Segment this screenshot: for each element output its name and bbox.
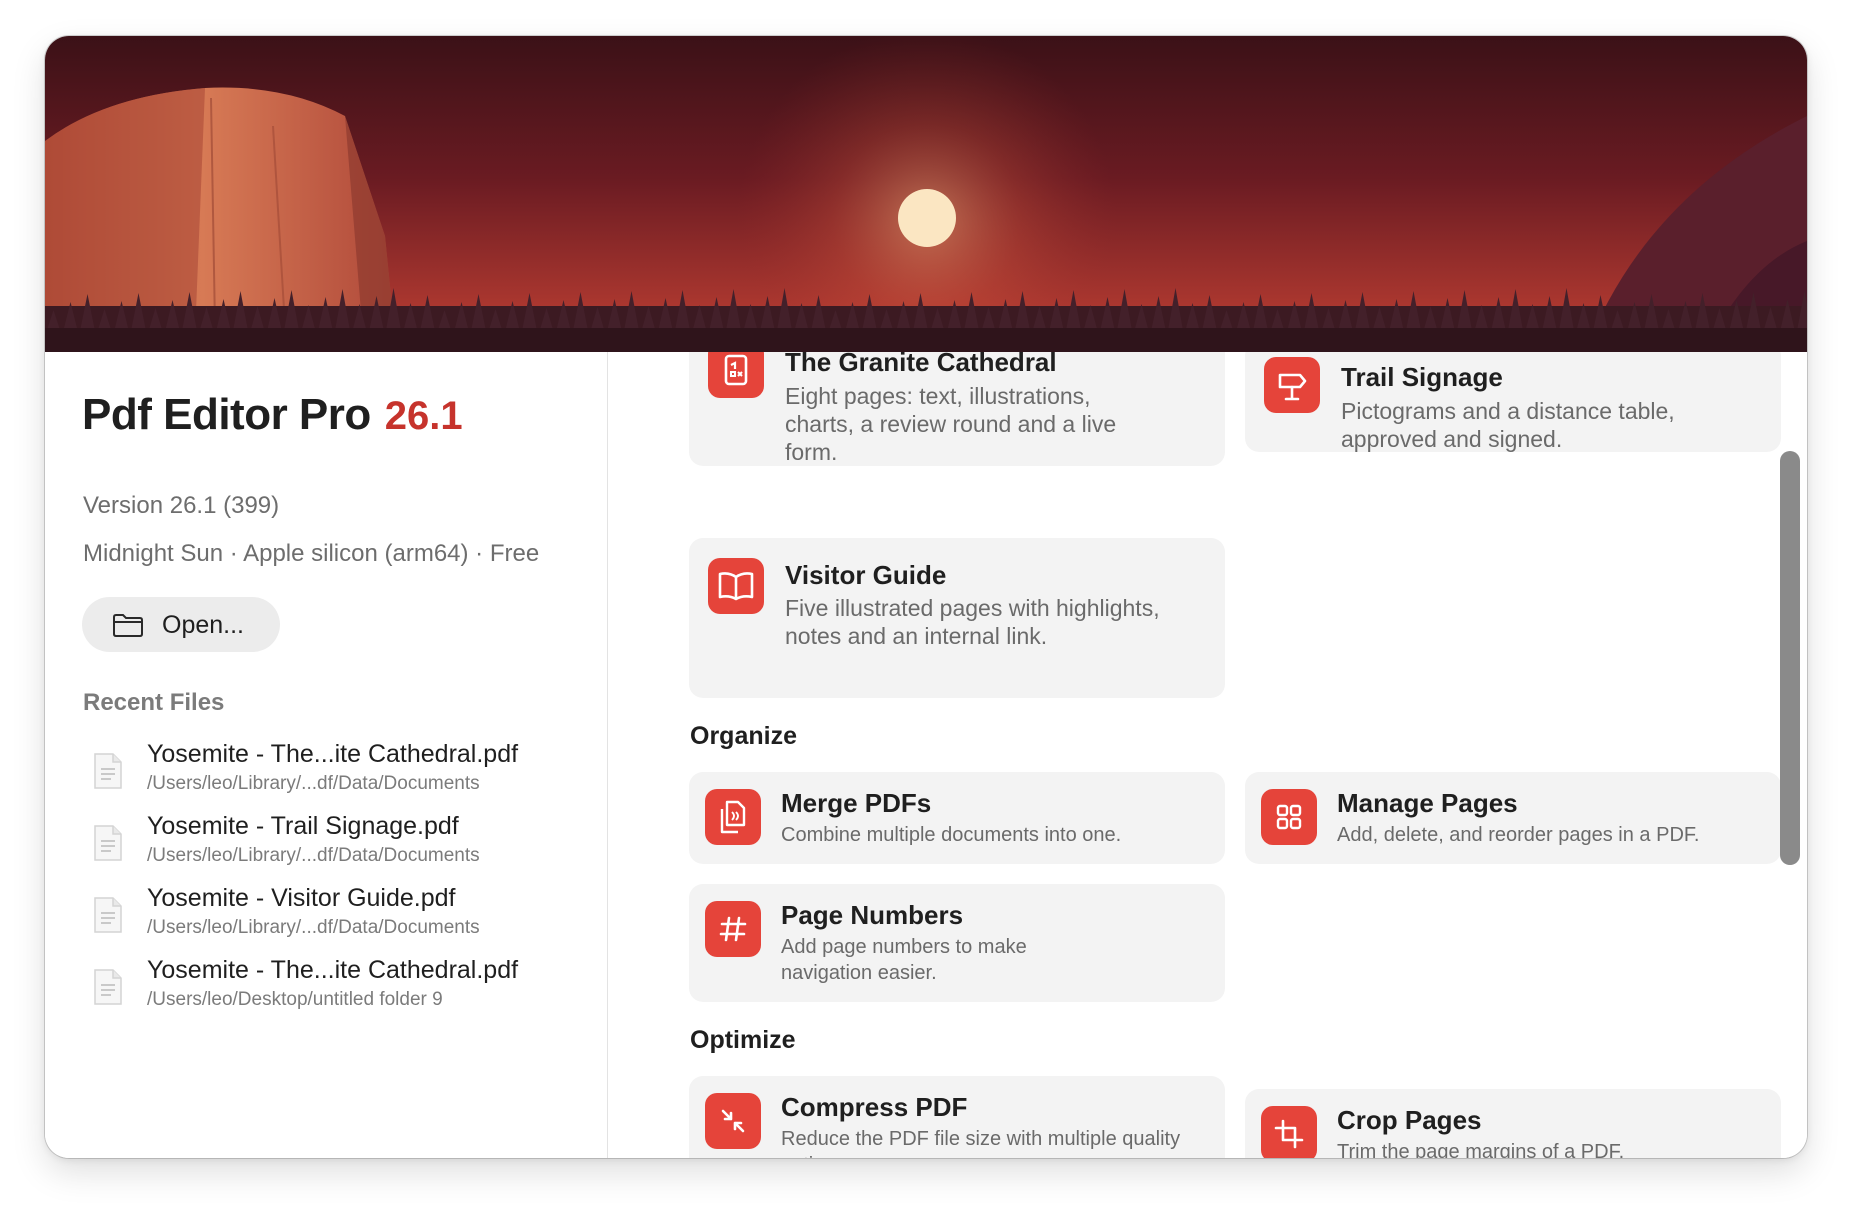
section-heading-optimize: Optimize <box>690 1026 796 1054</box>
recent-files-list: Yosemite - The...ite Cathedral.pdf /User… <box>93 740 573 1028</box>
tool-description: Combine multiple documents into one. <box>781 824 1122 846</box>
tool-title: Compress PDF <box>781 1092 968 1122</box>
sample-title: The Granite Cathedral <box>785 352 1057 377</box>
tool-card-manage-pages[interactable]: Manage Pages Add, delete, and reorder pa… <box>1245 772 1781 864</box>
sample-description: Five illustrated pages with highlights, … <box>785 595 1160 649</box>
sun-icon <box>898 189 956 247</box>
version-text: Version 26.1 (399) <box>83 492 280 519</box>
tool-card-merge-pdfs[interactable]: Merge PDFs Combine multiple documents in… <box>689 772 1225 864</box>
content-panel: The Granite Cathedral Eight pages: text,… <box>608 352 1807 1158</box>
recent-file-item[interactable]: Yosemite - Visitor Guide.pdf /Users/leo/… <box>93 884 573 956</box>
sample-description: Pictograms and a distance table, approve… <box>1341 398 1675 452</box>
version-badge: 26.1 <box>384 394 463 438</box>
tool-description: Add, delete, and reorder pages in a PDF. <box>1337 824 1700 846</box>
recent-file-name: Yosemite - The...ite Cathedral.pdf <box>147 956 519 984</box>
recent-file-item[interactable]: Yosemite - The...ite Cathedral.pdf /User… <box>93 956 573 1028</box>
tool-description: Add page numbers to make navigation easi… <box>781 936 1027 984</box>
sample-card-trail-signage[interactable]: Trail Signage Pictograms and a distance … <box>1245 352 1781 452</box>
tool-title: Merge PDFs <box>781 788 932 818</box>
recent-file-name: Yosemite - Visitor Guide.pdf <box>147 884 456 912</box>
recent-files-heading: Recent Files <box>83 689 225 716</box>
sample-title: Visitor Guide <box>785 560 947 590</box>
crop-icon <box>1261 1106 1317 1158</box>
recent-file-item[interactable]: Yosemite - The...ite Cathedral.pdf /User… <box>93 740 573 812</box>
tool-title: Manage Pages <box>1337 788 1518 818</box>
sample-title: Trail Signage <box>1341 362 1503 392</box>
folder-icon <box>112 612 144 643</box>
pdf-document-icon <box>93 824 123 867</box>
grid-pages-icon <box>1261 789 1317 845</box>
tool-card-page-numbers[interactable]: Page Numbers Add page numbers to make na… <box>689 884 1225 1002</box>
open-book-icon <box>708 558 764 614</box>
recent-file-path: /Users/leo/Library/...df/Data/Documents <box>147 845 480 866</box>
vertical-scrollbar-thumb[interactable] <box>1780 451 1800 865</box>
sample-card-granite-cathedral[interactable]: The Granite Cathedral Eight pages: text,… <box>689 352 1225 466</box>
signpost-icon <box>1264 357 1320 413</box>
document-form-icon <box>708 352 764 398</box>
open-button[interactable]: Open... <box>82 597 280 652</box>
tool-description: Trim the page margins of a PDF. <box>1337 1141 1625 1158</box>
app-window: Pdf Editor Pro 26.1 Version 26.1 (399) Mi… <box>45 36 1807 1158</box>
app-name: Pdf Editor Pro <box>82 390 371 439</box>
recent-file-item[interactable]: Yosemite - Trail Signage.pdf /Users/leo/… <box>93 812 573 884</box>
recent-file-path: /Users/leo/Library/...df/Data/Documents <box>147 917 480 938</box>
sidebar: Pdf Editor Pro 26.1 Version 26.1 (399) Mi… <box>45 352 608 1158</box>
app-title: Pdf Editor Pro 26.1 <box>82 390 463 440</box>
recent-file-name: Yosemite - The...ite Cathedral.pdf <box>147 740 519 768</box>
recent-file-path: /Users/leo/Desktop/untitled folder 9 <box>147 989 443 1010</box>
tool-title: Crop Pages <box>1337 1105 1482 1135</box>
section-heading-organize: Organize <box>690 722 797 750</box>
sunset-illustration <box>45 36 1807 352</box>
merge-documents-icon <box>705 789 761 845</box>
tool-card-compress-pdf[interactable]: Compress PDF Reduce the PDF file size wi… <box>689 1076 1225 1158</box>
hash-icon <box>705 901 761 957</box>
tool-description: Reduce the PDF file size with multiple q… <box>781 1128 1181 1158</box>
recent-file-path: /Users/leo/Library/...df/Data/Documents <box>147 773 480 794</box>
recent-file-name: Yosemite - Trail Signage.pdf <box>147 812 459 840</box>
pdf-document-icon <box>93 896 123 939</box>
header-banner <box>45 36 1807 352</box>
pdf-document-icon <box>93 968 123 1011</box>
tool-title: Page Numbers <box>781 900 964 930</box>
sample-card-visitor-guide[interactable]: Visitor Guide Five illustrated pages wit… <box>689 538 1225 698</box>
build-info: Midnight Sun · Apple silicon (arm64) · F… <box>83 540 540 567</box>
tool-card-crop-pages[interactable]: Crop Pages Trim the page margins of a PD… <box>1245 1089 1781 1158</box>
sample-description: Eight pages: text, illustrations, charts… <box>785 383 1117 465</box>
open-button-label: Open... <box>162 611 244 639</box>
compress-arrows-icon <box>705 1093 761 1149</box>
pdf-document-icon <box>93 752 123 795</box>
